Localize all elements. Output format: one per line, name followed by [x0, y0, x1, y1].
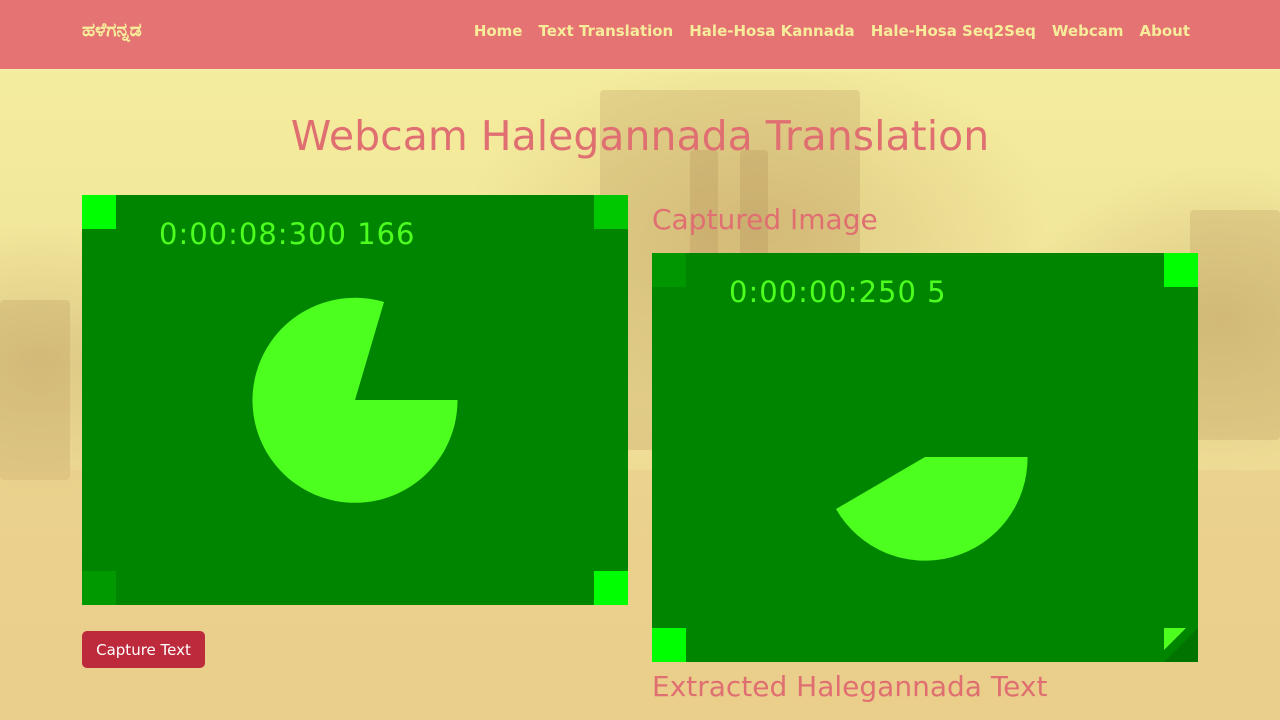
page-title: Webcam Halegannada Translation: [290, 112, 990, 160]
navbar: ಹಳೆಗನ್ನಡ Home Text Translation Hale-Hosa…: [0, 0, 1280, 72]
pie-wedge-shape: [836, 457, 1028, 561]
capture-text-button[interactable]: Capture Text: [82, 631, 205, 668]
nav-hale-hosa-seq2seq[interactable]: Hale-Hosa Seq2Seq: [871, 22, 1036, 40]
pie-wedge-shape: [252, 297, 458, 503]
nav-home[interactable]: Home: [474, 22, 523, 40]
nav-hale-hosa-kannada[interactable]: Hale-Hosa Kannada: [689, 22, 854, 40]
nav-links: Home Text Translation Hale-Hosa Kannada …: [474, 22, 1190, 40]
webcam-video[interactable]: 0:00:08:300 166: [82, 195, 628, 605]
nav-webcam[interactable]: Webcam: [1052, 22, 1124, 40]
captured-image-heading: Captured Image: [652, 203, 878, 236]
pie-test-pattern: [252, 297, 458, 503]
captured-image: 0:00:00:250 5: [652, 253, 1198, 662]
extracted-text-heading: Extracted Halegannada Text: [652, 670, 1048, 703]
brand-logo[interactable]: ಹಳೆಗನ್ನಡ: [82, 19, 142, 41]
pie-test-pattern: [836, 457, 1028, 561]
nav-text-translation[interactable]: Text Translation: [538, 22, 673, 40]
nav-about[interactable]: About: [1139, 22, 1190, 40]
